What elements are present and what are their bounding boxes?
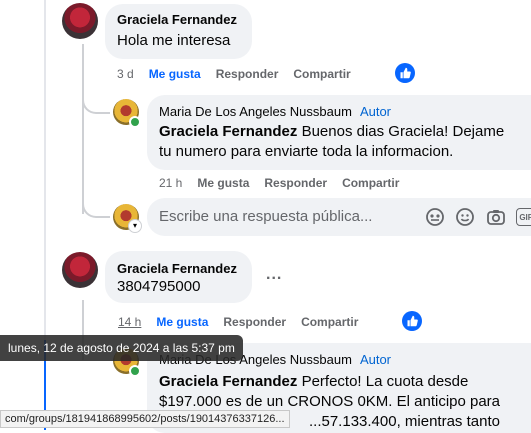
comment-actions: 21 h Me gusta Responder Compartir: [159, 176, 414, 190]
avatar[interactable]: [62, 3, 98, 39]
browser-status-url: com/groups/181941868995602/posts/1901437…: [0, 410, 290, 428]
like-reaction-icon[interactable]: [395, 63, 415, 83]
chevron-down-icon[interactable]: ▾: [128, 219, 142, 233]
comment-bubble: Graciela Fernandez 3804795000: [105, 251, 252, 303]
author-badge: Autor: [359, 352, 392, 367]
comment-author[interactable]: Maria De Los Angeles Nussbaum: [159, 104, 352, 119]
share-button[interactable]: Compartir: [293, 67, 350, 81]
mention-link[interactable]: Graciela Fernandez: [159, 123, 297, 140]
gif-icon[interactable]: GIF: [516, 208, 531, 226]
like-reaction-icon[interactable]: [402, 311, 422, 331]
like-button[interactable]: Me gusta: [156, 315, 208, 329]
comment-bubble: Maria De Los Angeles Nussbaum Autor Graci…: [147, 95, 531, 170]
reply-button[interactable]: Responder: [264, 176, 327, 190]
avatar[interactable]: [62, 252, 98, 288]
thread-curve: [82, 84, 110, 114]
reply-button[interactable]: Responder: [216, 67, 279, 81]
online-status-icon: [129, 365, 141, 377]
comment-bubble: Graciela Fernandez Hola me interesa: [105, 4, 252, 59]
like-button[interactable]: Me gusta: [149, 67, 201, 81]
like-button[interactable]: Me gusta: [197, 176, 249, 190]
emoji-icon[interactable]: [455, 207, 475, 227]
online-status-icon: [129, 116, 141, 128]
reply-placeholder: Escribe una respuesta pública...: [159, 208, 373, 225]
timestamp-tooltip: lunes, 12 de agosto de 2024 a las 5:37 p…: [0, 335, 243, 361]
share-button[interactable]: Compartir: [342, 176, 399, 190]
comment-author[interactable]: Graciela Fernandez: [117, 12, 237, 27]
comment-actions: 14 h Me gusta Responder Compartir: [118, 315, 373, 329]
comment-time[interactable]: 14 h: [118, 315, 141, 329]
author-badge: Autor: [359, 104, 392, 119]
comment-text: Hola me interesa: [117, 32, 231, 49]
more-options-icon[interactable]: ...: [266, 266, 282, 284]
comment-time[interactable]: 21 h: [159, 176, 182, 190]
comment-actions: 3 d Me gusta Responder Compartir: [117, 67, 366, 81]
comment-text: 3804795000: [117, 278, 201, 295]
share-button[interactable]: Compartir: [301, 315, 358, 329]
comment-author[interactable]: Graciela Fernandez: [117, 261, 237, 276]
camera-icon[interactable]: [486, 207, 506, 227]
reply-button[interactable]: Responder: [223, 315, 286, 329]
thread-curve: [82, 188, 110, 218]
avatar-sticker-icon[interactable]: [425, 207, 445, 227]
comment-time[interactable]: 3 d: [117, 67, 134, 81]
comment-text: Graciela Fernandez Buenos dias Graciela!…: [159, 123, 505, 160]
mention-link[interactable]: Graciela Fernandez: [159, 373, 297, 390]
